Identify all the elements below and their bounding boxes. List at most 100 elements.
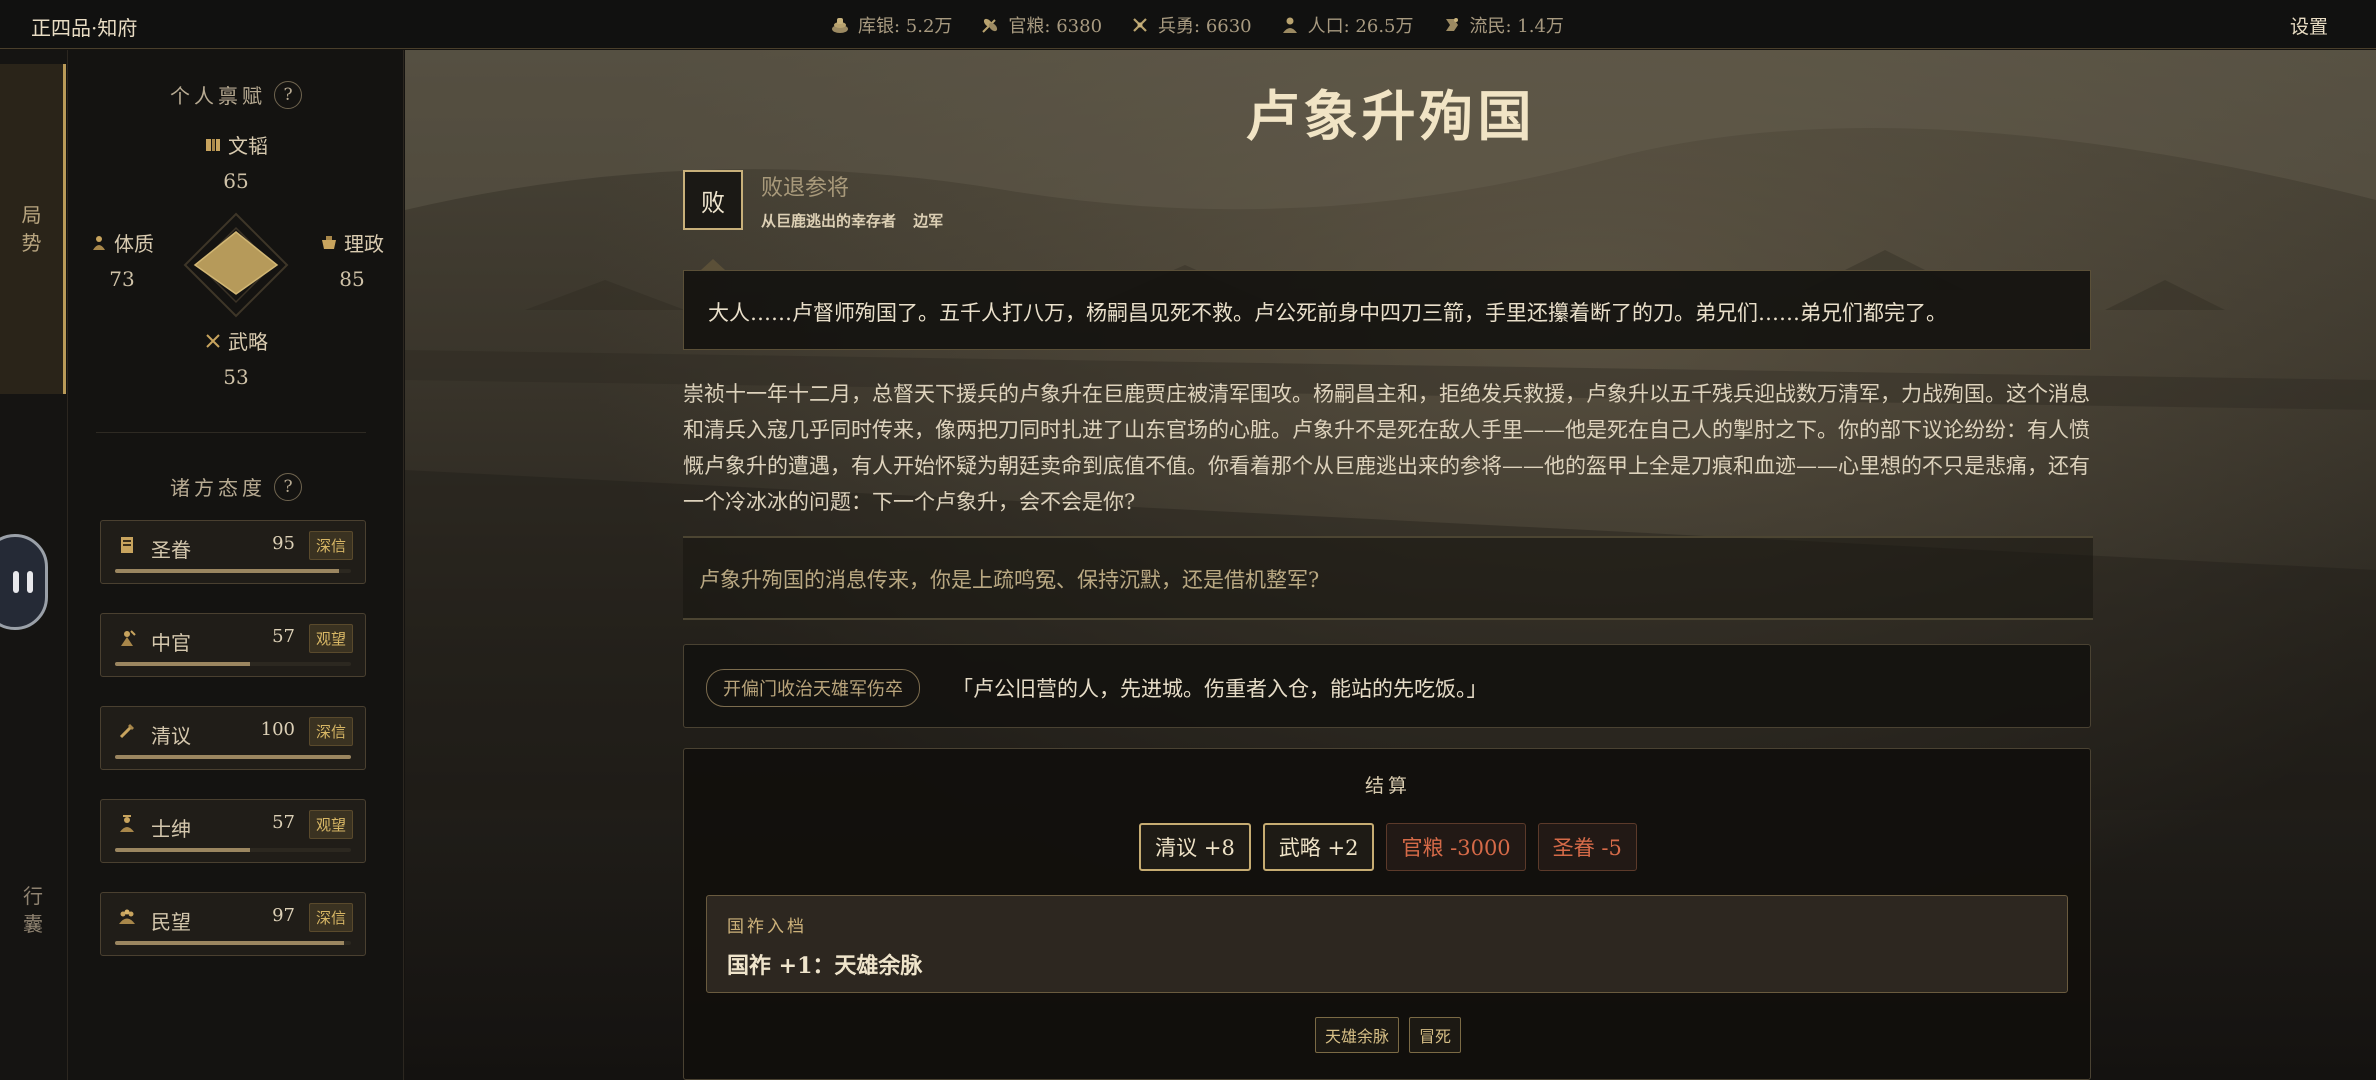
- attitude-name: 中官: [151, 631, 191, 655]
- tab-situation-char-1: 局: [21, 203, 42, 227]
- speaker-tag: 从巨鹿逃出的幸存者: [761, 212, 897, 230]
- archive-text: 国祚 +1：天雄余脉: [727, 953, 923, 979]
- result-tag: 天雄余脉: [1314, 1017, 1399, 1053]
- attitude-bar-fill: [115, 848, 250, 852]
- talent-lizheng: 理政 85: [292, 228, 412, 291]
- stat-grain: 官粮: 6380: [980, 12, 1102, 38]
- tab-luggage-char-1: 行: [23, 884, 43, 908]
- speaker-tags: 从巨鹿逃出的幸存者 边军: [761, 210, 955, 231]
- talent-radar-chart: [183, 212, 289, 318]
- eunuch-icon: [121, 630, 136, 646]
- attitudes-title: 诸方态度 ?: [68, 472, 404, 501]
- stat-treasury-label: 库银: 5.2万: [858, 16, 953, 37]
- treasury-icon: [832, 18, 848, 33]
- pause-icon-bar-right: [27, 571, 33, 593]
- attitude-badge: 深信: [308, 903, 353, 932]
- brush-icon: [119, 724, 134, 739]
- talents-title-text: 个人禀赋: [170, 84, 266, 108]
- talent-wulue: 武略 53: [176, 326, 296, 389]
- effect-chip-guanliang: 官粮 -3000: [1386, 823, 1526, 871]
- tab-situation-char-2: 势: [21, 231, 42, 255]
- talents-title: 个人禀赋 ?: [68, 80, 404, 109]
- attitude-bar: [115, 755, 351, 759]
- book-icon: [206, 138, 220, 151]
- tab-situation[interactable]: 局 势: [0, 64, 66, 394]
- attitude-qingyi[interactable]: 清议 100 深信: [100, 706, 366, 770]
- talent-lizheng-value: 85: [339, 267, 365, 291]
- pause-toggle-button[interactable]: [0, 534, 48, 630]
- settlement-effects: 清议 +8 武略 +2 官粮 -3000 圣眷 -5: [684, 823, 2092, 871]
- attitude-bar: [115, 941, 351, 945]
- attitude-bar: [115, 848, 351, 852]
- attitude-value: 57: [272, 812, 295, 833]
- attitude-value: 97: [272, 905, 295, 926]
- population-icon: [1282, 17, 1297, 33]
- talent-wulue-label: 武略: [228, 330, 268, 354]
- talent-tizhi-value: 73: [109, 267, 135, 291]
- choice-tag[interactable]: 开偏门收治天雄军伤卒: [706, 669, 920, 707]
- attitudes-help-button[interactable]: ?: [274, 472, 302, 501]
- attitude-bar-fill: [115, 662, 250, 666]
- choice-line: 「卢公旧营的人，先进城。伤重者入仓，能站的先吃饭。」: [952, 677, 1488, 701]
- panel-divider: [96, 432, 366, 433]
- stat-soldiers: 兵勇: 6630: [1130, 12, 1252, 38]
- official-rank: 正四品·知府: [31, 16, 138, 40]
- event-question: 卢象升殉国的消息传来，你是上疏鸣冤、保持沉默，还是借机整军?: [683, 536, 2093, 620]
- attitude-badge: 观望: [308, 810, 353, 839]
- stat-refugees: 流民: 1.4万: [1442, 12, 1564, 38]
- talent-tizhi: 体质 73: [62, 228, 182, 291]
- stat-population-label: 人口: 26.5万: [1307, 16, 1414, 37]
- event-title: 卢象升殉国: [1245, 84, 1536, 148]
- crossed-swords-icon: [206, 333, 220, 348]
- settings-button[interactable]: 设置: [2290, 12, 2328, 39]
- top-bar: 正四品·知府 库银: 5.2万 官粮: 6380 兵勇: 6630 人口: 26…: [0, 0, 2376, 49]
- effect-chip-wulue: 武略 +2: [1262, 823, 1375, 871]
- attitude-shishen[interactable]: 士绅 57 观望: [100, 799, 366, 863]
- tab-luggage[interactable]: 行 囊: [0, 870, 66, 950]
- talent-wulue-value: 53: [223, 365, 249, 389]
- attitude-badge: 深信: [308, 531, 353, 560]
- effect-chip-shengjuan: 圣眷 -5: [1537, 823, 1637, 871]
- side-panel: 个人禀赋 ? 文韬 65 体质 73 理政 85 武略 53 诸方态度 ? 圣眷…: [68, 50, 404, 1080]
- talent-wentao-value: 65: [223, 169, 249, 193]
- attitude-value: 95: [272, 533, 295, 554]
- attitude-value: 57: [272, 626, 295, 647]
- stat-soldiers-label: 兵勇: 6630: [1158, 16, 1252, 37]
- refugee-icon: [1445, 18, 1458, 31]
- edict-icon: [121, 537, 133, 553]
- result-tags: 天雄余脉 冒死: [684, 1017, 2092, 1053]
- attitude-badge: 深信: [308, 717, 353, 746]
- attitudes-title-text: 诸方态度: [170, 476, 266, 500]
- talent-radar: [181, 210, 291, 320]
- archive-entry: 国祚入档 国祚 +1：天雄余脉: [706, 895, 2068, 993]
- result-tag: 冒死: [1409, 1017, 1462, 1053]
- attitude-name: 民望: [151, 910, 191, 934]
- chosen-option[interactable]: 开偏门收治天雄军伤卒 「卢公旧营的人，先进城。伤重者入仓，能站的先吃饭。」: [683, 644, 2091, 728]
- attitude-shengjuan[interactable]: 圣眷 95 深信: [100, 520, 366, 584]
- archive-label: 国祚入档: [727, 917, 807, 937]
- attitude-bar-fill: [115, 569, 340, 573]
- speech-pointer: [701, 259, 725, 270]
- settlement-panel: 结算 清议 +8 武略 +2 官粮 -3000 圣眷 -5 国祚入档 国祚 +1…: [683, 748, 2091, 1080]
- event-narrative: 崇祯十一年十二月，总督天下援兵的卢象升在巨鹿贾庄被清军围攻。杨嗣昌主和，拒绝发兵…: [683, 382, 2090, 514]
- speaker-quote: 大人……卢督师殉国了。五千人打八万，杨嗣昌见死不救。卢公死前身中四刀三箭，手里还…: [683, 270, 2091, 350]
- attitude-name: 士绅: [151, 817, 191, 841]
- talent-tizhi-label: 体质: [114, 232, 154, 256]
- attitude-bar-fill: [115, 941, 344, 945]
- talent-wentao: 文韬 65: [176, 130, 296, 193]
- attitude-zhongguan[interactable]: 中官 57 观望: [100, 613, 366, 677]
- attitude-minwang[interactable]: 民望 97 深信: [100, 892, 366, 956]
- attitude-bar: [115, 569, 351, 573]
- resource-stats: 库银: 5.2万 官粮: 6380 兵勇: 6630 人口: 26.5万 流民:…: [830, 12, 1564, 38]
- attitude-value: 100: [260, 719, 295, 740]
- talent-lizheng-label: 理政: [344, 232, 384, 256]
- grain-icon: [982, 18, 998, 33]
- scholar-icon: [120, 815, 134, 832]
- settlement-title: 结算: [1364, 775, 1411, 797]
- tab-luggage-char-2: 囊: [23, 912, 43, 936]
- governance-icon: [322, 235, 336, 249]
- talents-help-button[interactable]: ?: [274, 80, 302, 109]
- speaker-avatar: 败: [683, 170, 743, 230]
- soldier-icon: [1133, 18, 1147, 32]
- body-icon: [93, 235, 105, 250]
